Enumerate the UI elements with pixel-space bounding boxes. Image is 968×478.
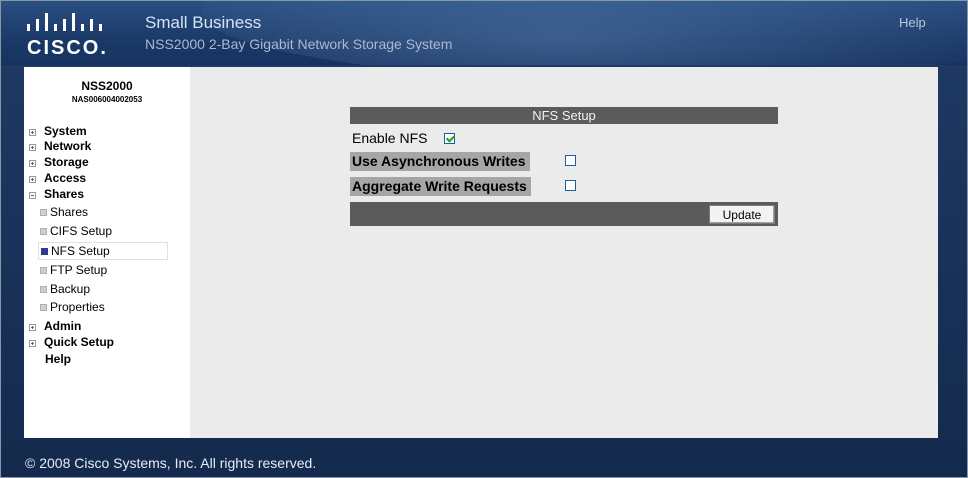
sidebar-subitem-label: CIFS Setup (50, 224, 113, 238)
expand-plus-icon[interactable] (29, 160, 36, 167)
bullet-square-icon (40, 304, 47, 311)
sidebar-item-label: Quick Setup (44, 335, 115, 349)
sidebar-item-help[interactable]: Help (29, 351, 71, 367)
expand-plus-icon[interactable] (29, 324, 36, 331)
sidebar-item-shares[interactable]: Shares (29, 186, 84, 202)
sidebar-item-admin[interactable]: Admin (29, 318, 81, 334)
sidebar-subitem-properties[interactable]: Properties (40, 299, 105, 315)
expand-plus-icon[interactable] (29, 129, 36, 136)
async-writes-checkbox[interactable] (565, 155, 576, 166)
sidebar-item-label: Storage (44, 155, 89, 169)
enable-nfs-label: Enable NFS (352, 130, 428, 146)
sidebar-item-quick-setup[interactable]: Quick Setup (29, 334, 114, 350)
bullet-square-icon (40, 228, 47, 235)
device-name: NSS2000 (81, 79, 133, 93)
sidebar-subitem-nfs-setup[interactable]: NFS Setup (38, 242, 168, 260)
expand-plus-icon[interactable] (29, 176, 36, 183)
aggregate-writes-checkbox[interactable] (565, 180, 576, 191)
header-swoosh-decoration (201, 1, 967, 65)
header-help-link[interactable]: Help (899, 15, 926, 30)
cisco-bridge-icon (27, 13, 102, 31)
sidebar-subitem-backup[interactable]: Backup (40, 281, 90, 297)
header-banner: CISCO. Small Business NSS2000 2-Bay Giga… (1, 1, 967, 65)
aggregate-writes-label: Aggregate Write Requests (350, 177, 531, 196)
async-writes-label: Use Asynchronous Writes (350, 152, 530, 171)
sidebar-item-access[interactable]: Access (29, 170, 86, 186)
nfs-setup-section-title: NFS Setup (350, 107, 778, 124)
copyright-text: © 2008 Cisco Systems, Inc. All rights re… (25, 455, 317, 471)
sidebar-subitem-label: Backup (50, 282, 91, 296)
sidebar-subitem-label: FTP Setup (50, 263, 108, 277)
bullet-square-icon (40, 286, 47, 293)
cisco-wordmark: CISCO. (27, 37, 108, 59)
bullet-square-active-icon (41, 248, 48, 255)
cisco-logo: CISCO. (27, 13, 137, 61)
device-serial: NAS006004002053 (71, 95, 143, 104)
sidebar-item-label: Access (44, 171, 87, 185)
sidebar-item-storage[interactable]: Storage (29, 154, 89, 170)
sidebar-item-label: Admin (44, 319, 82, 333)
sidebar-item-label: System (44, 124, 87, 138)
sidebar-item-system[interactable]: System (29, 123, 87, 139)
sidebar-subitem-label: NFS Setup (51, 244, 110, 258)
bullet-square-icon (40, 267, 47, 274)
sidebar-subitem-label: Shares (50, 205, 89, 219)
brand-title: Small Business (145, 13, 262, 32)
sidebar-item-network[interactable]: Network (29, 138, 91, 154)
product-subtitle: NSS2000 2-Bay Gigabit Network Storage Sy… (145, 36, 453, 52)
sidebar-nav: NSS2000 NAS006004002053 System Network S… (24, 67, 190, 438)
collapse-minus-icon[interactable] (29, 192, 36, 199)
enable-nfs-checkbox[interactable] (444, 133, 455, 144)
sidebar-subitem-cifs-setup[interactable]: CIFS Setup (40, 223, 112, 239)
app-window: CISCO. Small Business NSS2000 2-Bay Giga… (0, 0, 968, 478)
sidebar-subitem-label: Properties (50, 300, 105, 314)
update-button[interactable]: Update (709, 205, 775, 224)
expand-plus-icon[interactable] (29, 144, 36, 151)
sidebar-item-label: Shares (44, 187, 85, 201)
sidebar-item-label: Network (44, 139, 92, 153)
sidebar-subitem-shares[interactable]: Shares (40, 204, 88, 220)
expand-plus-icon[interactable] (29, 340, 36, 347)
bullet-square-icon (40, 209, 47, 216)
sidebar-item-label: Help (45, 352, 72, 366)
sidebar-subitem-ftp-setup[interactable]: FTP Setup (40, 262, 107, 278)
